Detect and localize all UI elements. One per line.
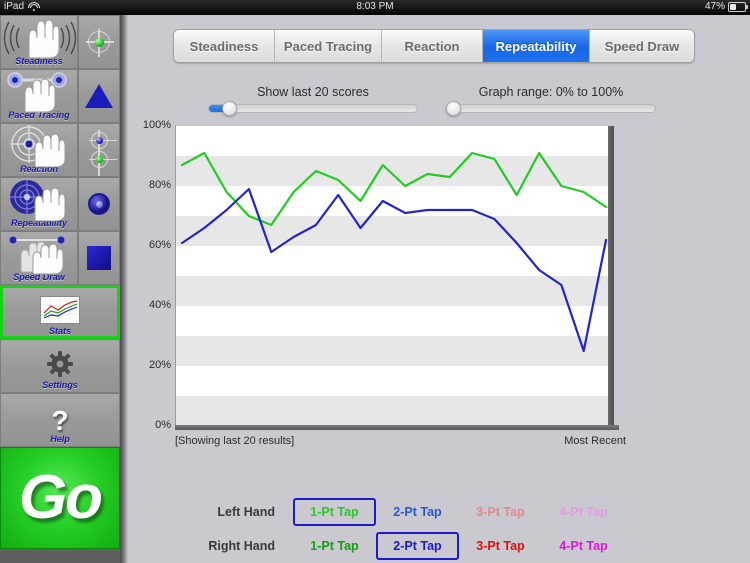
- y-tick: 80%: [148, 179, 171, 191]
- legend-right-3pt-tap[interactable]: 3-Pt Tap: [459, 532, 542, 560]
- legend-row-right-hand: Right Hand 1-Pt Tap 2-Pt Tap 3-Pt Tap 4-…: [188, 529, 708, 563]
- sidebar-item-help[interactable]: ? Help: [0, 393, 120, 447]
- go-button[interactable]: Go: [0, 447, 120, 549]
- results-chart: 100% 80% 60% 40% 20% 0% [Showing last 20…: [143, 119, 626, 447]
- tab-speed-draw[interactable]: Speed Draw: [590, 30, 694, 62]
- legend-hand-label: Left Hand: [217, 505, 275, 519]
- main-content: Steadiness Paced Tracing Reaction Repeat…: [128, 15, 750, 563]
- hand-steadiness-icon: [3, 19, 77, 59]
- sidebar-row-reaction: Reaction: [0, 123, 120, 177]
- chart-footer-right: Most Recent: [564, 435, 626, 447]
- tab-steadiness[interactable]: Steadiness: [174, 30, 275, 62]
- y-tick: 20%: [148, 359, 171, 371]
- y-tick: 0%: [155, 419, 171, 431]
- legend-left-3pt-tap[interactable]: 3-Pt Tap: [459, 498, 542, 526]
- tab-reaction[interactable]: Reaction: [382, 30, 483, 62]
- chart-x-axis: [175, 425, 619, 430]
- hand-paced-icon: [7, 72, 67, 113]
- legend-left-2pt-tap[interactable]: 2-Pt Tap: [376, 498, 459, 526]
- sidebar-item-stats[interactable]: Stats: [0, 285, 120, 339]
- legend-panel: Left Hand 1-Pt Tap 2-Pt Tap 3-Pt Tap 4-P…: [188, 495, 708, 563]
- sidebar-item-label: Stats: [48, 326, 71, 336]
- scores-slider-label: Show last 20 scores: [257, 85, 369, 99]
- sidebar-item-repeatability[interactable]: Repeatability: [0, 177, 78, 231]
- chart-thumbnail-icon: [40, 296, 80, 324]
- legend-row-left-hand: Left Hand 1-Pt Tap 2-Pt Tap 3-Pt Tap 4-P…: [188, 495, 708, 529]
- y-tick: 40%: [148, 299, 171, 311]
- sidebar-row-settings: Settings: [0, 339, 120, 393]
- scores-slider[interactable]: [208, 101, 418, 116]
- triangle-blue-icon: [85, 84, 113, 108]
- chart-scrollbar[interactable]: [608, 126, 614, 426]
- tab-paced-tracing[interactable]: Paced Tracing: [275, 30, 382, 62]
- sidebar-item-paced-tracing[interactable]: Paced Tracing: [0, 69, 78, 123]
- sidebar-aux-steadiness[interactable]: [78, 15, 120, 69]
- chart-y-axis: 100% 80% 60% 40% 20% 0%: [137, 119, 171, 431]
- sidebar-item-settings[interactable]: Settings: [0, 339, 120, 393]
- sidebar-aux-repeatability[interactable]: [78, 177, 120, 231]
- sidebar-row-repeatability: Repeatability: [0, 177, 120, 231]
- chart-footer-left: [Showing last 20 results]: [175, 435, 295, 447]
- sidebar-item-label: Help: [50, 434, 70, 444]
- sidebar-row-help: ? Help: [0, 393, 120, 447]
- chart-plot-area: [175, 125, 614, 426]
- status-bar: iPad 8:03 PM 47%: [0, 0, 750, 15]
- sidebar-divider: [120, 15, 128, 563]
- status-right: 47%: [704, 1, 748, 12]
- y-tick: 100%: [142, 119, 171, 131]
- go-label: Go: [18, 463, 103, 532]
- hand-repeat-icon: [10, 180, 66, 222]
- sidebar-row-steadiness: Steadiness: [0, 15, 120, 69]
- gear-icon: [47, 351, 73, 377]
- test-tab-bar: Steadiness Paced Tracing Reaction Repeat…: [173, 29, 695, 63]
- sidebar-row-go: Go: [0, 447, 120, 549]
- scores-slider-thumb[interactable]: [222, 101, 238, 116]
- range-slider[interactable]: [445, 101, 656, 116]
- app-frame: Steadiness Paced Tracing Reaction Repeat…: [0, 15, 750, 563]
- sidebar-item-label: Settings: [42, 380, 78, 390]
- range-slider-group: Graph range: 0% to 100%: [445, 85, 656, 116]
- ring-blue-icon: [88, 193, 110, 215]
- hand-speeddraw-icon: [9, 236, 65, 275]
- sidebar-row-speed-draw: Speed Draw: [0, 231, 120, 285]
- sidebar-item-speed-draw[interactable]: Speed Draw: [0, 231, 78, 285]
- question-mark-icon: ?: [51, 405, 69, 436]
- sidebar-item-steadiness[interactable]: Steadiness: [0, 15, 78, 69]
- legend-left-4pt-tap[interactable]: 4-Pt Tap: [542, 498, 625, 526]
- legend-right-1pt-tap[interactable]: 1-Pt Tap: [293, 532, 376, 560]
- legend-hand-label: Right Hand: [208, 539, 275, 553]
- square-blue-icon: [87, 246, 111, 270]
- legend-right-4pt-tap[interactable]: 4-Pt Tap: [542, 532, 625, 560]
- sidebar-aux-reaction[interactable]: [78, 123, 120, 177]
- target-green-icon: [88, 149, 117, 176]
- range-slider-thumb[interactable]: [445, 101, 461, 116]
- sidebar-aux-speed-draw[interactable]: [78, 231, 120, 285]
- series-line-left-1pt: [180, 151, 608, 227]
- tab-repeatability[interactable]: Repeatability: [483, 30, 590, 62]
- legend-left-1pt-tap[interactable]: 1-Pt Tap: [293, 498, 376, 526]
- status-clock: 8:03 PM: [356, 1, 394, 12]
- range-slider-label: Graph range: 0% to 100%: [478, 85, 624, 99]
- scores-slider-group: Show last 20 scores: [208, 85, 418, 116]
- legend-right-2pt-tap[interactable]: 2-Pt Tap: [376, 532, 459, 560]
- target-blue-icon: [88, 130, 117, 158]
- sidebar-aux-paced-tracing[interactable]: [78, 69, 120, 123]
- sidebar-row-paced-tracing: Paced Tracing: [0, 69, 120, 123]
- y-tick: 60%: [148, 239, 171, 251]
- target-green-icon: [86, 29, 114, 57]
- sidebar-row-stats: Stats: [0, 285, 120, 339]
- ipad-screen: iPad 8:03 PM 47% Steadiness Paced Tracin…: [0, 0, 750, 563]
- battery-percent: 47%: [704, 1, 725, 12]
- hand-reaction-icon: [10, 125, 66, 168]
- chart-series-layer: [180, 151, 608, 353]
- sidebar-item-reaction[interactable]: Reaction: [0, 123, 78, 177]
- battery-icon: [728, 1, 748, 12]
